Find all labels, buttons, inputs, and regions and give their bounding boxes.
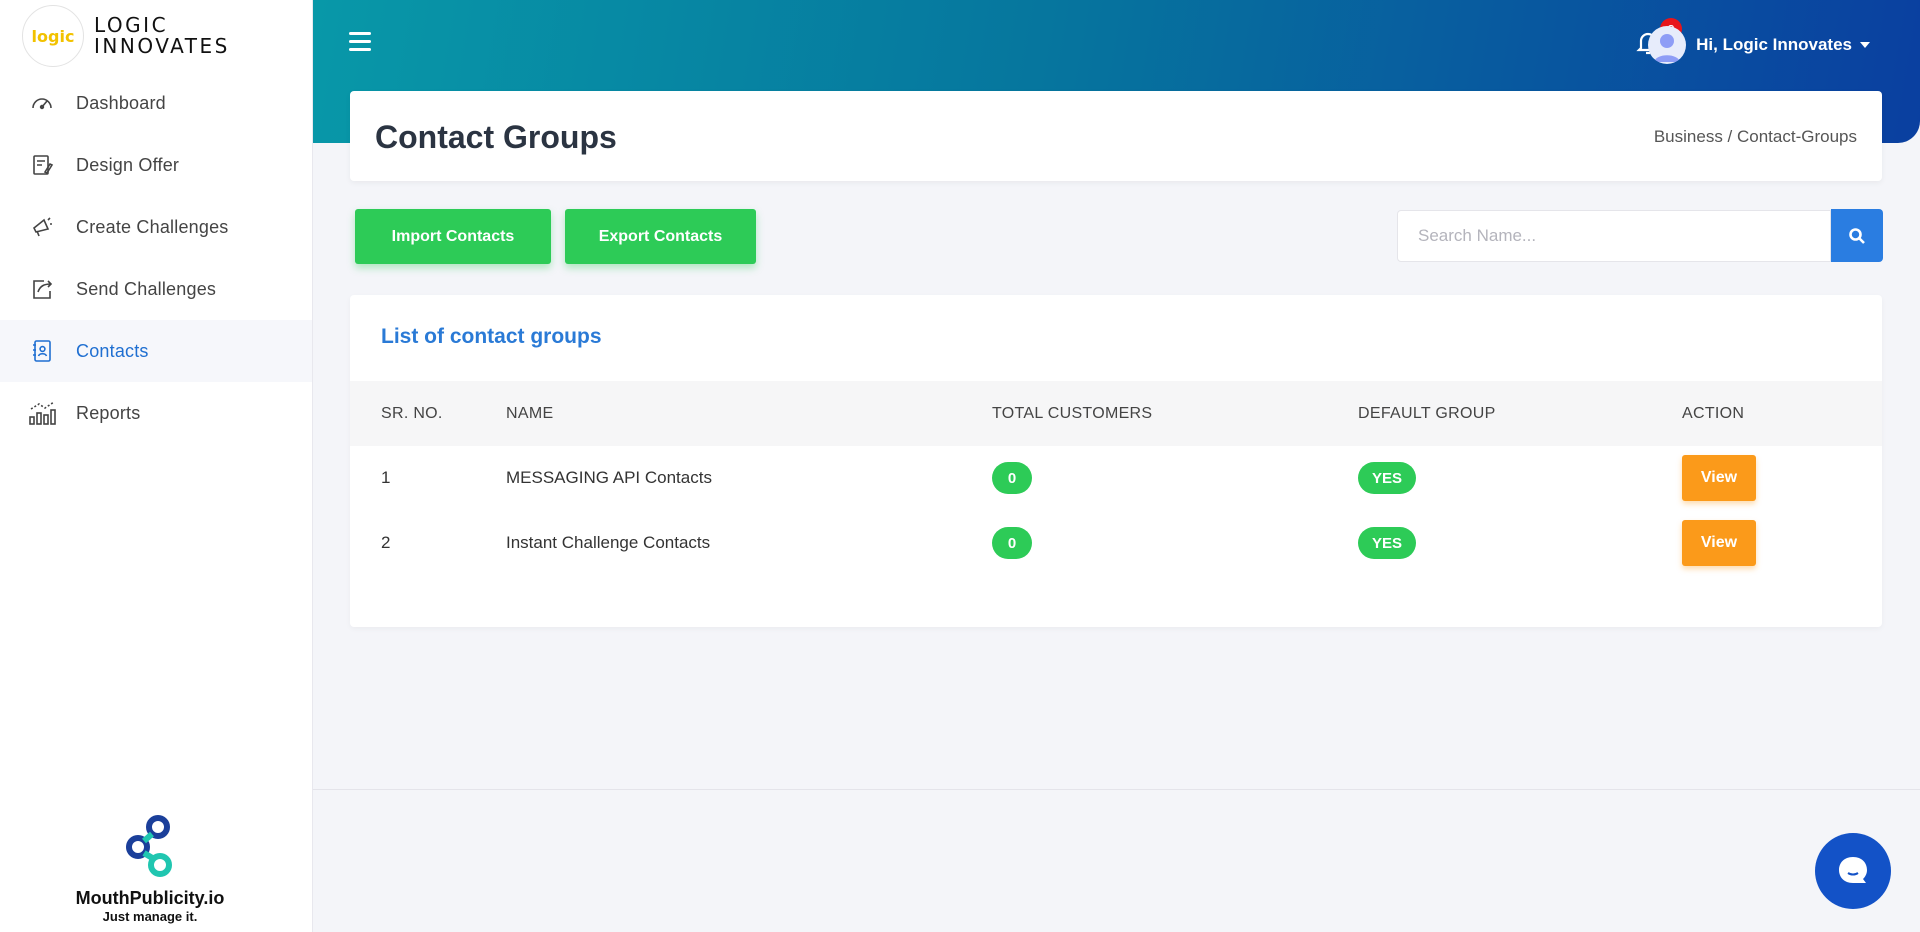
table-row: 1 MESSAGING API Contacts 0 YES View [350, 446, 1882, 511]
total-customers-badge: 0 [992, 527, 1032, 559]
brand-name: LOGIC INNOVATES [94, 15, 230, 57]
table-header: SR. NO. NAME TOTAL CUSTOMERS DEFAULT GRO… [350, 381, 1882, 446]
column-header-sr-no: SR. NO. [381, 405, 443, 422]
footer-brand-title: MouthPublicity.io [75, 888, 225, 908]
sidebar-item-dashboard[interactable]: Dashboard [0, 72, 312, 134]
mouthpublicity-logo-icon [126, 815, 172, 877]
speedometer-icon [28, 89, 56, 117]
search-icon [1849, 227, 1865, 244]
cell-sr-no: 2 [381, 533, 391, 552]
chat-bubble-icon [1839, 857, 1867, 883]
brand-name-line2: INNOVATES [94, 34, 230, 58]
list-title: List of contact groups [381, 325, 602, 348]
cell-name: Instant Challenge Contacts [506, 533, 711, 552]
sidebar-item-send-challenges[interactable]: Send Challenges [0, 258, 312, 320]
sidebar-item-label: Design Offer [76, 154, 180, 175]
chart-icon [28, 399, 56, 427]
sidebar: logic LOGIC INNOVATES Dashboard Design O… [0, 0, 313, 932]
user-greeting: Hi, Logic Innovates [1696, 35, 1852, 54]
column-header-default-group: DEFAULT GROUP [1358, 405, 1496, 422]
sidebar-item-label: Send Challenges [76, 278, 217, 299]
sidebar-item-label: Contacts [76, 340, 149, 361]
sidebar-item-label: Reports [76, 402, 141, 423]
default-group-badge: YES [1358, 462, 1416, 494]
contact-groups-card: List of contact groups SR. NO. NAME TOTA… [350, 295, 1882, 627]
breadcrumb: Business / Contact-Groups [1653, 127, 1857, 146]
cell-name: MESSAGING API Contacts [506, 468, 712, 487]
share-icon [28, 275, 56, 303]
sidebar-item-create-challenges[interactable]: Create Challenges [0, 196, 312, 258]
sidebar-item-label: Dashboard [76, 92, 166, 113]
hamburger-menu-icon[interactable] [349, 32, 371, 56]
chevron-down-icon [1860, 42, 1870, 48]
sidebar-menu: Dashboard Design Offer Create Challenges… [0, 72, 312, 444]
search-button[interactable] [1831, 209, 1883, 262]
footer-brand-tagline: Just manage it. [102, 909, 198, 924]
avatar [1648, 26, 1687, 64]
column-header-action: ACTION [1682, 405, 1745, 422]
column-header-total-customers: TOTAL CUSTOMERS [992, 405, 1153, 422]
page-header-card: Contact Groups Business / Contact-Groups [350, 91, 1882, 181]
search-input[interactable] [1397, 210, 1831, 262]
view-button[interactable]: View [1682, 455, 1756, 501]
footer-divider [313, 789, 1920, 790]
sidebar-item-design-offer[interactable]: Design Offer [0, 134, 312, 196]
table-row: 2 Instant Challenge Contacts 0 YES View [350, 511, 1882, 576]
brand-name-line1: LOGIC [94, 13, 169, 37]
contact-book-icon [28, 337, 56, 365]
sidebar-item-reports[interactable]: Reports [0, 382, 312, 444]
cell-sr-no: 1 [381, 468, 391, 487]
sidebar-footer: MouthPublicity.io Just manage it. [0, 813, 300, 924]
pencil-paper-icon [28, 151, 56, 179]
export-contacts-button[interactable]: Export Contacts [565, 209, 756, 264]
column-header-name: NAME [506, 405, 554, 422]
page-title: Contact Groups [375, 119, 617, 155]
sidebar-item-label: Create Challenges [76, 216, 229, 237]
total-customers-badge: 0 [992, 462, 1032, 494]
default-group-badge: YES [1358, 527, 1416, 559]
sidebar-item-contacts[interactable]: Contacts [0, 320, 312, 382]
brand-logo: logic [22, 5, 84, 67]
user-menu[interactable]: Hi, Logic Innovates [1648, 26, 1870, 64]
brand-logo-text: logic [31, 26, 75, 46]
megaphone-icon [28, 213, 56, 241]
brand[interactable]: logic LOGIC INNOVATES [0, 0, 312, 72]
import-contacts-button[interactable]: Import Contacts [355, 209, 551, 264]
chat-widget-button[interactable] [1815, 833, 1891, 909]
view-button[interactable]: View [1682, 520, 1756, 566]
